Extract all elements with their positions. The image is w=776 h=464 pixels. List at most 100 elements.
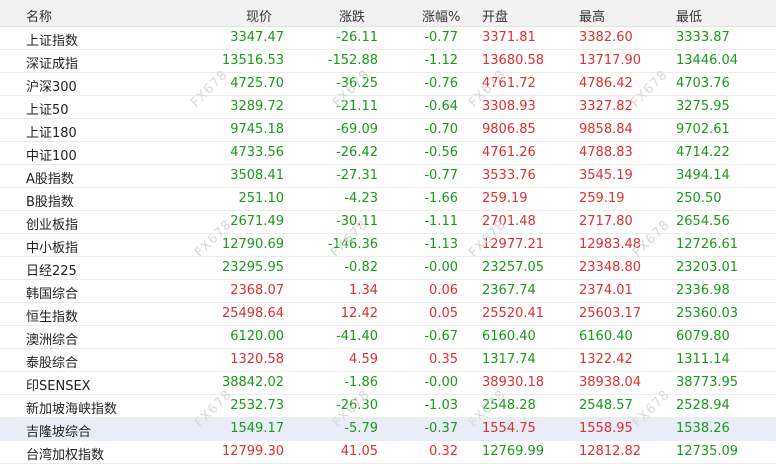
low-cell: 23203.01 bbox=[676, 260, 739, 275]
low-cell: 12735.09 bbox=[676, 444, 739, 459]
change-cell: 4.59 bbox=[349, 352, 378, 367]
change-cell: -26.42 bbox=[336, 145, 378, 160]
high-cell: 25603.17 bbox=[579, 306, 642, 321]
low-cell: 2336.98 bbox=[676, 283, 730, 298]
table-row[interactable]: 吉隆坡综合 1549.17 -5.79 -0.37 1554.75 1558.95 1538… bbox=[0, 418, 776, 441]
index-name-cell: 上证50 bbox=[26, 103, 69, 118]
index-name-cell: 澳洲综合 bbox=[26, 333, 79, 348]
pct-cell: 0.32 bbox=[429, 444, 458, 459]
index-name-cell: 吉隆坡综合 bbox=[26, 425, 92, 440]
low-cell: 25360.03 bbox=[676, 306, 739, 321]
open-cell: 2548.28 bbox=[482, 398, 536, 413]
change-cell: 1.34 bbox=[349, 283, 378, 298]
high-cell: 1322.42 bbox=[579, 352, 633, 367]
pct-cell: -1.03 bbox=[424, 398, 458, 413]
high-cell: 12812.82 bbox=[579, 444, 642, 459]
high-cell: 1558.95 bbox=[579, 421, 633, 436]
high-cell: 4788.83 bbox=[579, 145, 633, 160]
table-row[interactable]: 台湾加权指数 12799.30 41.05 0.32 12769.99 12812.82 1… bbox=[0, 441, 776, 464]
price-cell: 2532.73 bbox=[230, 398, 284, 413]
table-row[interactable]: 新加坡海峡指数 2532.73 -26.30 -1.03 2548.28 2548.57 2… bbox=[0, 395, 776, 418]
change-cell: -69.09 bbox=[336, 122, 378, 137]
table-row[interactable]: 深证成指 13516.53 -152.88 -1.12 13680.58 13717.90… bbox=[0, 50, 776, 73]
low-cell: 1311.14 bbox=[676, 352, 730, 367]
high-cell: 259.19 bbox=[579, 191, 625, 206]
pct-cell: -0.00 bbox=[424, 375, 458, 390]
open-cell: 3371.81 bbox=[482, 30, 536, 45]
change-cell: -4.23 bbox=[344, 191, 378, 206]
index-name-cell: 韩国综合 bbox=[26, 287, 79, 302]
price-cell: 23295.95 bbox=[221, 260, 284, 275]
table-row[interactable]: 日经225 23295.95 -0.82 -0.00 23257.05 23348.80 2… bbox=[0, 257, 776, 280]
table-row[interactable]: 上证指数 3347.47 -26.11 -0.77 3371.81 3382.60 3333… bbox=[0, 27, 776, 50]
header-high[interactable]: 最高 bbox=[579, 6, 605, 25]
open-cell: 3308.93 bbox=[482, 99, 536, 114]
quote-table-body: 上证指数 3347.47 -26.11 -0.77 3371.81 3382.60 3333… bbox=[0, 27, 776, 464]
table-row[interactable]: 上证180 9745.18 -69.09 -0.70 9806.85 9858.84 970… bbox=[0, 119, 776, 142]
header-open[interactable]: 开盘 bbox=[482, 6, 508, 25]
pct-cell: -0.67 bbox=[424, 329, 458, 344]
change-cell: -30.11 bbox=[336, 214, 378, 229]
high-cell: 9858.84 bbox=[579, 122, 633, 137]
index-name-cell: 印SENSEX bbox=[26, 379, 91, 394]
high-cell: 38938.04 bbox=[579, 375, 642, 390]
price-cell: 12799.30 bbox=[221, 444, 284, 459]
change-cell: -26.11 bbox=[336, 30, 378, 45]
header-name[interactable]: 名称 bbox=[26, 6, 52, 25]
low-cell: 38773.95 bbox=[676, 375, 739, 390]
table-row[interactable]: 中小板指 12790.69 -146.36 -1.13 12977.21 12983.48… bbox=[0, 234, 776, 257]
open-cell: 1554.75 bbox=[482, 421, 536, 436]
pct-cell: -0.70 bbox=[424, 122, 458, 137]
price-cell: 1549.17 bbox=[230, 421, 284, 436]
high-cell: 3327.82 bbox=[579, 99, 633, 114]
table-row[interactable]: 澳洲综合 6120.00 -41.40 -0.67 6160.40 6160.40 6079… bbox=[0, 326, 776, 349]
table-row[interactable]: 中证100 4733.56 -26.42 -0.56 4761.26 4788.83 471… bbox=[0, 142, 776, 165]
low-cell: 9702.61 bbox=[676, 122, 730, 137]
price-cell: 13516.53 bbox=[221, 53, 284, 68]
index-name-cell: 沪深300 bbox=[26, 80, 77, 95]
index-name-cell: 泰股综合 bbox=[26, 356, 79, 371]
high-cell: 6160.40 bbox=[579, 329, 633, 344]
low-cell: 3333.87 bbox=[676, 30, 730, 45]
header-pct[interactable]: 涨幅% bbox=[422, 6, 460, 25]
table-row[interactable]: 沪深300 4725.70 -36.25 -0.76 4761.72 4786.42 470… bbox=[0, 73, 776, 96]
table-row[interactable]: 上证50 3289.72 -21.11 -0.64 3308.93 3327.82 3275… bbox=[0, 96, 776, 119]
table-row[interactable]: 韩国综合 2368.07 1.34 0.06 2367.74 2374.01 2336.98 bbox=[0, 280, 776, 303]
table-row[interactable]: 创业板指 2671.49 -30.11 -1.11 2701.48 2717.80 2654… bbox=[0, 211, 776, 234]
low-cell: 3275.95 bbox=[676, 99, 730, 114]
open-cell: 25520.41 bbox=[482, 306, 545, 321]
price-cell: 9745.18 bbox=[230, 122, 284, 137]
table-row[interactable]: 泰股综合 1320.58 4.59 0.35 1317.74 1322.42 1311.14 bbox=[0, 349, 776, 372]
index-name-cell: 台湾加权指数 bbox=[26, 448, 105, 463]
table-row[interactable]: A股指数 3508.41 -27.31 -0.77 3533.76 3545.19 3494… bbox=[0, 165, 776, 188]
table-row[interactable]: 恒生指数 25498.64 12.42 0.05 25520.41 25603.17 253… bbox=[0, 303, 776, 326]
low-cell: 250.50 bbox=[676, 191, 722, 206]
table-row[interactable]: B股指数 251.10 -4.23 -1.66 259.19 259.19 250.50 bbox=[0, 188, 776, 211]
header-price[interactable]: 现价 bbox=[246, 6, 272, 25]
index-name-cell: 日经225 bbox=[26, 264, 77, 279]
pct-cell: -0.77 bbox=[424, 30, 458, 45]
pct-cell: -0.64 bbox=[424, 99, 458, 114]
low-cell: 4703.76 bbox=[676, 76, 730, 91]
high-cell: 2548.57 bbox=[579, 398, 633, 413]
price-cell: 251.10 bbox=[238, 191, 285, 206]
index-name-cell: 上证180 bbox=[26, 126, 77, 141]
table-row[interactable]: 印SENSEX 38842.02 -1.86 -0.00 38930.18 38938.0… bbox=[0, 372, 776, 395]
header-change[interactable]: 涨跌 bbox=[339, 6, 365, 25]
index-name-cell: 上证指数 bbox=[26, 34, 79, 49]
pct-cell: -1.13 bbox=[424, 237, 458, 252]
change-cell: -0.82 bbox=[344, 260, 378, 275]
price-cell: 3289.72 bbox=[230, 99, 284, 114]
low-cell: 2528.94 bbox=[676, 398, 730, 413]
header-low[interactable]: 最低 bbox=[676, 6, 702, 25]
open-cell: 3533.76 bbox=[482, 168, 536, 183]
open-cell: 23257.05 bbox=[482, 260, 545, 275]
index-name-cell: 深证成指 bbox=[26, 57, 79, 72]
low-cell: 3494.14 bbox=[676, 168, 730, 183]
pct-cell: 0.35 bbox=[429, 352, 458, 367]
index-name-cell: B股指数 bbox=[26, 195, 74, 210]
low-cell: 1538.26 bbox=[676, 421, 730, 436]
price-cell: 6120.00 bbox=[230, 329, 284, 344]
open-cell: 4761.72 bbox=[482, 76, 536, 91]
change-cell: -21.11 bbox=[336, 99, 378, 114]
